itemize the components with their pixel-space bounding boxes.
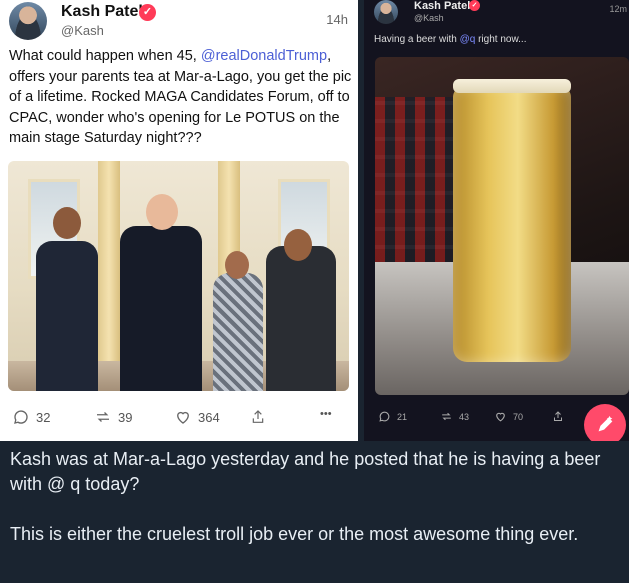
author-handle[interactable]: @Kash — [61, 23, 104, 38]
like-button[interactable]: 364 — [174, 408, 220, 426]
person — [36, 241, 98, 391]
right-post: Kash Patel ✓ @Kash 12m Having a beer wit… — [364, 0, 629, 446]
verified-badge-icon: ✓ — [469, 0, 480, 11]
verified-badge-icon: ✓ — [139, 4, 156, 21]
repost-button[interactable]: 43 — [440, 410, 469, 423]
person — [266, 246, 336, 391]
person — [120, 226, 202, 391]
reply-icon — [379, 411, 390, 422]
reply-button[interactable]: 21 — [378, 410, 407, 423]
caption-message: Kash was at Mar-a-Lago yesterday and he … — [0, 441, 629, 583]
person — [213, 273, 263, 391]
repost-icon — [97, 412, 109, 422]
heart-icon — [177, 411, 189, 424]
person-head — [53, 207, 81, 239]
post-actions: 32 39 364 ••• — [0, 408, 358, 438]
share-button[interactable] — [552, 410, 570, 423]
post-time: 12m — [609, 4, 627, 14]
person-head — [225, 251, 249, 279]
repost-icon — [442, 412, 451, 421]
post-time: 14h — [326, 12, 348, 27]
share-icon — [554, 411, 562, 421]
post-photo[interactable] — [8, 161, 349, 391]
plaid-shirt — [375, 97, 455, 267]
repost-count: 43 — [459, 411, 470, 422]
mention-link[interactable]: @realDonaldTrump — [201, 48, 327, 64]
repost-button[interactable]: 39 — [94, 408, 132, 426]
mention-link[interactable]: @q — [460, 34, 476, 45]
post-text-part: Having a beer with — [374, 34, 460, 45]
caption-paragraph: Kash was at Mar-a-Lago yesterday and he … — [10, 449, 601, 494]
avatar[interactable] — [9, 2, 47, 40]
like-count: 70 — [513, 411, 524, 422]
pencil-icon — [598, 415, 613, 432]
author-handle[interactable]: @Kash — [414, 13, 444, 23]
post-text-part: What could happen when 45, — [9, 48, 201, 64]
pillar — [98, 161, 120, 391]
more-icon: ••• — [320, 408, 332, 420]
caption-paragraph: This is either the cruelest troll job ev… — [10, 524, 579, 544]
post-text-part: right now... — [475, 34, 527, 45]
heart-icon — [496, 412, 505, 422]
reply-button[interactable]: 32 — [12, 408, 50, 426]
left-post: Kash Patel ✓ @Kash 14h What could happen… — [0, 0, 358, 441]
like-count: 364 — [198, 409, 220, 425]
post-text: What could happen when 45, @realDonaldTr… — [9, 46, 354, 149]
author-name[interactable]: Kash Patel — [414, 0, 470, 12]
compose-button[interactable] — [584, 404, 626, 446]
more-options-button[interactable]: ••• — [320, 408, 332, 420]
share-button[interactable] — [250, 408, 272, 426]
person-head — [284, 229, 312, 261]
post-photo[interactable] — [375, 57, 629, 395]
person-head — [146, 194, 178, 230]
beer-foam — [453, 79, 571, 93]
avatar[interactable] — [374, 0, 398, 24]
repost-count: 39 — [118, 409, 133, 425]
share-icon — [252, 410, 264, 423]
author-name[interactable]: Kash Patel — [61, 3, 143, 21]
reply-icon — [14, 410, 28, 424]
like-button[interactable]: 70 — [494, 410, 523, 423]
reply-count: 32 — [36, 409, 51, 425]
beer-glass — [453, 87, 571, 362]
reply-count: 21 — [397, 411, 408, 422]
post-text: Having a beer with @q right now... — [374, 34, 526, 45]
